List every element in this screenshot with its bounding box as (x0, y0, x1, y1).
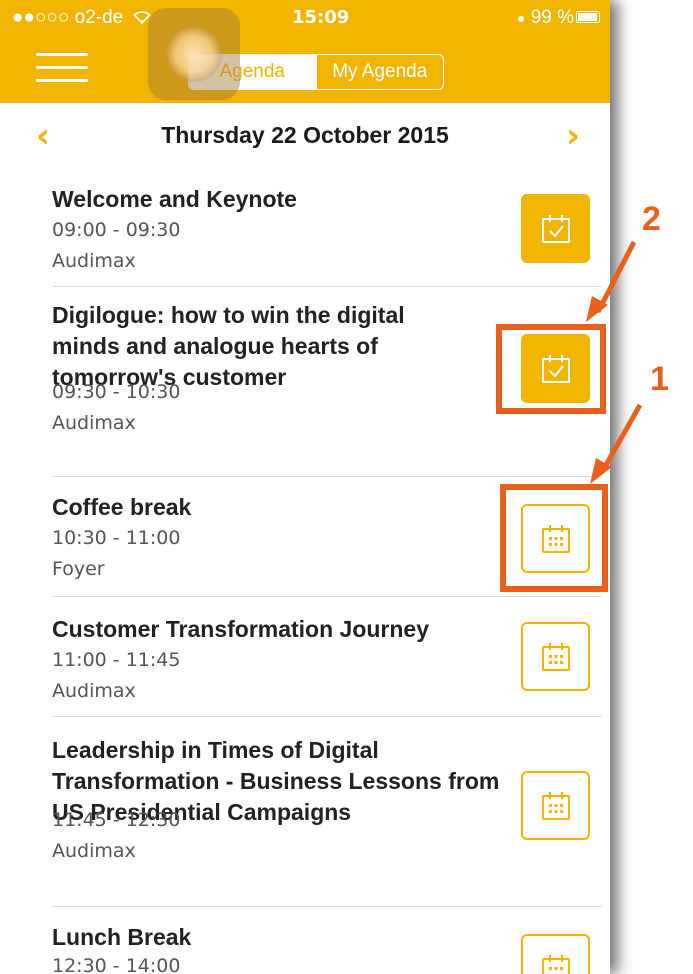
session-time: 11:45 - 12:30 (52, 809, 181, 831)
session-title: Customer Transformation Journey (52, 616, 430, 642)
session-time: 10:30 - 11:00 (52, 527, 181, 549)
tab-my-agenda[interactable]: My Agenda (315, 55, 444, 89)
current-date: Thursday 22 October 2015 (161, 122, 449, 148)
calendar-add-button[interactable] (521, 771, 590, 840)
chevron-right-icon[interactable]: › (566, 116, 580, 156)
session-room: Audimax (52, 840, 136, 862)
session-title: Digilogue: how to win the digital minds … (52, 302, 405, 390)
touch-indicator (148, 8, 240, 100)
divider (52, 286, 602, 287)
app-header: ●●○○○ o2-de 15:09 ● 99 % Agenda My Agend… (0, 0, 610, 103)
highlight-box-added (496, 324, 606, 414)
calendar-check-icon (541, 214, 570, 243)
divider (52, 906, 602, 907)
battery-icon (576, 11, 600, 23)
battery-percent: 99 % (530, 7, 574, 28)
highlight-box-not-added (500, 484, 608, 592)
calendar-icon (541, 791, 570, 820)
calendar-icon (541, 954, 570, 974)
date-navigation: ‹ Thursday 22 October 2015 › (0, 112, 610, 160)
clock-time: 15:09 (292, 7, 350, 28)
annotation-label-1: 1 (650, 360, 669, 398)
alarm-icon: ● (516, 10, 526, 26)
session-time: 09:30 - 10:30 (52, 381, 181, 403)
session-time: 12:30 - 14:00 (52, 955, 181, 974)
session-room: Audimax (52, 680, 136, 702)
session-title: Lunch Break (52, 924, 192, 950)
divider (52, 476, 602, 477)
calendar-add-button[interactable] (521, 622, 590, 691)
session-time: 09:00 - 09:30 (52, 219, 181, 241)
carrier-label: ●●○○○ o2-de (12, 7, 124, 28)
calendar-icon (541, 642, 570, 671)
session-title: Welcome and Keynote (52, 186, 297, 212)
divider (52, 596, 602, 597)
session-time: 11:00 - 11:45 (52, 649, 181, 671)
hamburger-menu-icon[interactable] (36, 53, 88, 87)
session-room: Foyer (52, 558, 105, 580)
annotation-label-2: 2 (642, 200, 661, 238)
session-title: Coffee break (52, 494, 192, 520)
session-room: Audimax (52, 250, 136, 272)
calendar-add-button[interactable] (521, 934, 590, 974)
calendar-added-button[interactable] (521, 194, 590, 263)
divider (52, 716, 602, 717)
status-bar: ●●○○○ o2-de 15:09 ● 99 % (0, 0, 610, 36)
session-room: Audimax (52, 412, 136, 434)
